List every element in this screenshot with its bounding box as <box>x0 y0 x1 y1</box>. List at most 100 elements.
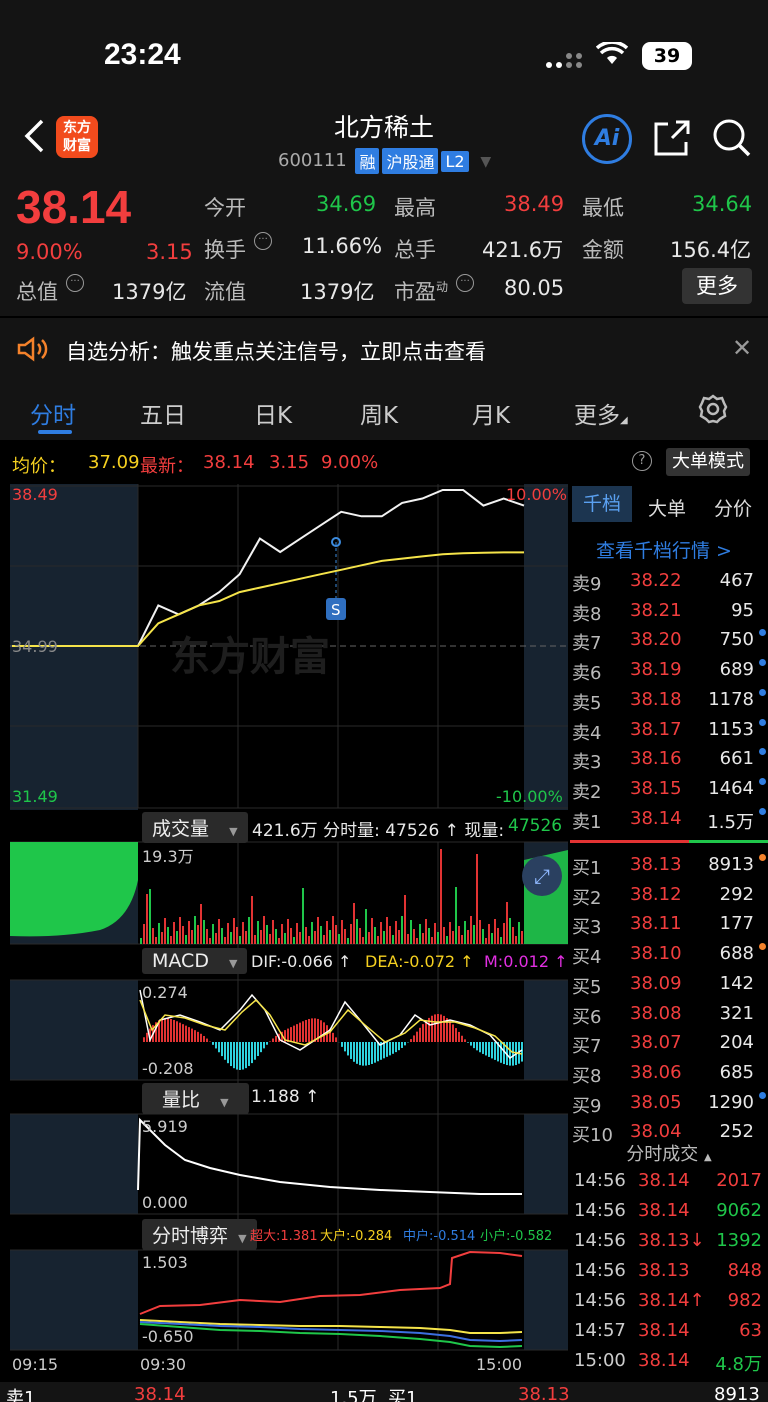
help-icon[interactable]: ? <box>632 451 652 471</box>
volume-bar <box>386 917 388 944</box>
volume-bar <box>446 936 448 944</box>
tab-big-order[interactable]: 大单 <box>648 494 686 521</box>
macd-bar <box>383 1042 385 1059</box>
intraday-chart[interactable]: 东方财富 S 38.49 34.99 31.49 10.00% -10.00% … <box>0 484 570 1384</box>
volume-max-label: 19.3万 <box>142 847 194 866</box>
volume-bar <box>191 930 193 944</box>
macd-selector[interactable]: MACD ▼ <box>142 948 248 974</box>
stock-code-row[interactable]: 600111 融沪股通 L2 ▼ <box>278 148 491 174</box>
trade-volume: 1392 <box>716 1230 762 1251</box>
bid-volume: 142 <box>719 972 754 994</box>
macd-bar <box>431 1015 433 1042</box>
macd-bar <box>359 1042 361 1066</box>
open-value: 34.69 <box>316 192 377 216</box>
macd-bar <box>179 1022 181 1042</box>
ask-volume: 1153 <box>708 718 754 740</box>
tab-daily[interactable]: 日K <box>254 396 292 430</box>
search-icon[interactable] <box>712 118 752 162</box>
ask-level: 卖1 <box>572 811 602 833</box>
volume-bar <box>401 916 403 944</box>
game-selector[interactable]: 分时博弈 ▼ <box>142 1219 257 1250</box>
signal-icon <box>546 52 584 70</box>
turnover-value: 11.66% <box>302 234 383 258</box>
speaker-icon <box>16 336 48 366</box>
macd-bar <box>293 1025 295 1042</box>
ask-price: 38.19 <box>630 659 682 681</box>
info-icon[interactable]: ··· <box>66 274 84 292</box>
tab-weekly[interactable]: 周K <box>360 396 398 430</box>
volume-bar <box>230 932 232 944</box>
ai-button[interactable]: Ai <box>582 114 632 164</box>
volume-bar <box>173 922 175 944</box>
macd-bar <box>215 1042 217 1049</box>
big-order-mode-button[interactable]: 大单模式 <box>666 448 750 476</box>
trades-header[interactable]: 分时成交 ▲ <box>570 1140 768 1168</box>
volume-bar <box>317 917 319 944</box>
order-dot-icon <box>759 659 766 667</box>
volume-bar <box>329 930 331 944</box>
volume-bar <box>476 854 478 944</box>
volume-bar <box>503 923 505 944</box>
bid-volume: 1290 <box>708 1091 754 1113</box>
volume-bar <box>305 927 307 944</box>
macd-bar <box>341 1042 343 1047</box>
macd-bar <box>473 1042 475 1049</box>
status-bar: 23:24 39 <box>0 0 768 100</box>
tab-monthly[interactable]: 月K <box>472 396 510 430</box>
avg-value: 37.09 <box>88 452 140 473</box>
volume-selector[interactable]: 成交量 ▼ <box>142 812 248 843</box>
volume-bar <box>206 929 208 944</box>
info-icon[interactable]: ··· <box>254 232 272 250</box>
x-label-close: 15:00 <box>476 1355 522 1374</box>
tab-five-day[interactable]: 五日 <box>140 396 186 430</box>
game-label: 分时博弈 <box>152 1225 229 1247</box>
bid-level: 买8 <box>572 1065 602 1087</box>
close-icon[interactable]: ✕ <box>732 334 752 362</box>
volume-bar <box>356 919 358 944</box>
volume-bar <box>404 895 406 944</box>
tab-more[interactable]: 更多◢ <box>574 396 628 430</box>
macd-bar <box>512 1042 514 1066</box>
amount-label: 金额 <box>582 238 624 262</box>
chevron-down-icon: ▼ <box>480 154 492 170</box>
ask-level: 卖4 <box>572 722 602 744</box>
signal-banner[interactable]: 自选分析：触发重点关注信号，立即点击查看 ✕ <box>0 318 768 380</box>
trade-price: 38.14↑ <box>638 1290 705 1311</box>
volume-bar <box>170 936 172 944</box>
more-button[interactable]: 更多 <box>682 268 752 304</box>
gear-icon[interactable] <box>698 394 728 428</box>
game-bottom-label: -0.650 <box>142 1327 194 1346</box>
volume-bar <box>425 919 427 944</box>
orderbook-link[interactable]: 查看千档行情 > <box>596 536 732 563</box>
clock: 23:24 <box>104 38 181 71</box>
macd-bar <box>413 1035 415 1042</box>
expand-icon[interactable]: ⤢ <box>522 856 562 896</box>
bid-volume: 292 <box>719 883 754 905</box>
y-mid-label: 34.99 <box>12 637 58 656</box>
macd-bar <box>323 1022 325 1042</box>
tab-intraday[interactable]: 分时 <box>30 396 76 430</box>
share-icon[interactable] <box>652 118 692 162</box>
ask-price: 38.15 <box>630 777 682 799</box>
trade-row: 15:00 38.14 4.8万 <box>572 1350 768 1380</box>
order-dot-icon <box>759 777 766 785</box>
macd-bar <box>470 1042 472 1046</box>
macd-bar <box>257 1042 259 1056</box>
ask-volume: 1178 <box>708 688 754 710</box>
x-label-start: 09:15 <box>12 1355 58 1374</box>
bid-row: 买7 38.07 204 <box>572 1032 768 1062</box>
tab-price-split[interactable]: 分价 <box>714 494 752 521</box>
info-icon[interactable]: ··· <box>456 274 474 292</box>
macd-bar <box>404 1042 406 1046</box>
macd-bar <box>164 1018 166 1042</box>
pe-value: 80.05 <box>504 276 565 300</box>
macd-bar <box>245 1042 247 1069</box>
volratio-selector[interactable]: 量比 ▼ <box>142 1083 249 1114</box>
float-label: 流值 <box>204 280 246 304</box>
volume-bar <box>143 924 145 944</box>
tab-thousand-level[interactable]: 千档 <box>572 486 632 522</box>
volume-bar <box>479 920 481 944</box>
macd-bar <box>392 1042 394 1054</box>
volume-bar <box>341 920 343 944</box>
ask-row: 卖2 38.15 1464 <box>572 777 768 808</box>
